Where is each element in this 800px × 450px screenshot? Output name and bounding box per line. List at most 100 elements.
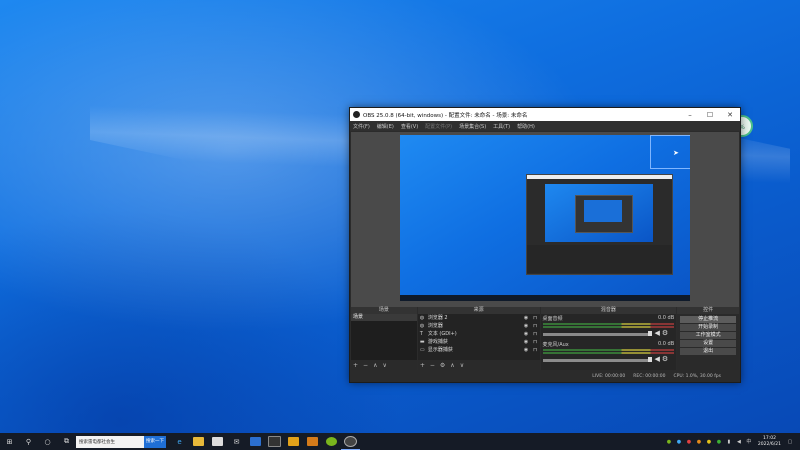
visibility-icon[interactable]: ◉ [522, 330, 531, 338]
studio-mode-button[interactable]: 工作室模式 [680, 332, 736, 339]
source-item[interactable]: ◍ 浏览器 2 ◉ ⊓ [418, 314, 540, 322]
app-icon-terminal[interactable] [265, 433, 284, 450]
channel-name: 桌面音频 [542, 316, 563, 322]
nested-docks [527, 245, 672, 273]
move-down-icon[interactable]: ∨ [382, 362, 386, 369]
move-up-icon[interactable]: ∧ [373, 362, 377, 369]
tray-icon-green[interactable]: ● [665, 439, 673, 445]
search-input[interactable]: 搜索雷电都社会生 [76, 435, 144, 448]
menu-bar: 文件(F) 编辑(E) 查看(V) 配置文件(P) 场景集合(S) 工具(T) … [350, 121, 740, 131]
source-item[interactable]: T 文本 (GDI+) ◉ ⊓ [418, 330, 540, 338]
stop-streaming-button[interactable]: 停止推流 [680, 316, 736, 323]
maximize-icon[interactable]: ☐ [700, 111, 720, 119]
level-meter [542, 323, 675, 325]
notification-icon[interactable]: ▢ [786, 439, 794, 445]
edge-browser-icon[interactable]: e [170, 433, 189, 450]
tray-icon-wechat[interactable]: ● [715, 439, 723, 445]
volume-slider[interactable] [542, 358, 651, 362]
task-view-icon[interactable]: ⧉ [57, 433, 76, 450]
level-meter [542, 326, 675, 328]
gear-icon[interactable]: ⚙ [662, 355, 668, 363]
gear-icon[interactable]: ⚙ [440, 362, 445, 369]
menu-tools[interactable]: 工具(T) [493, 123, 510, 130]
lock-icon[interactable]: ⊓ [531, 330, 540, 338]
source-item[interactable]: ◍ 浏览器 ◉ ⊓ [418, 322, 540, 330]
ime-icon[interactable]: 中 [745, 438, 753, 445]
scenes-header: 场景 [351, 307, 417, 314]
file-explorer-icon[interactable] [189, 433, 208, 450]
menu-file[interactable]: 文件(F) [353, 123, 370, 130]
store-icon[interactable] [208, 433, 227, 450]
volume-icon[interactable]: ◀ [735, 439, 743, 445]
visibility-icon[interactable]: ◉ [522, 322, 531, 330]
cortana-icon[interactable]: ○ [38, 433, 57, 450]
search-icon[interactable]: ⚲ [19, 433, 38, 450]
volume-slider-handle[interactable] [648, 330, 653, 336]
obs-taskbar-icon[interactable] [341, 433, 360, 450]
volume-slider[interactable] [542, 332, 651, 336]
title-bar[interactable]: OBS 25.0.8 (64-bit, windows) - 配置文件: 未命名… [350, 108, 740, 121]
preview-taskbar [400, 295, 690, 301]
start-recording-button[interactable]: 开始录制 [680, 324, 736, 331]
channel-level: 0.0 dB [658, 315, 675, 321]
selection-box[interactable] [650, 135, 690, 169]
lock-icon[interactable]: ⊓ [531, 346, 540, 354]
volume-slider-handle[interactable] [648, 356, 653, 362]
nested-window [575, 195, 633, 233]
menu-view[interactable]: 查看(V) [401, 123, 418, 130]
speaker-icon[interactable]: ◀ [654, 329, 659, 337]
scenes-toolbar: + − ∧ ∨ [353, 361, 387, 369]
tray-icon-network[interactable]: ▮ [725, 439, 733, 445]
settings-button[interactable]: 设置 [680, 340, 736, 347]
remove-icon[interactable]: − [430, 362, 435, 369]
close-icon[interactable]: ✕ [720, 111, 740, 119]
add-icon[interactable]: + [420, 362, 425, 369]
move-down-icon[interactable]: ∨ [460, 362, 464, 369]
lock-icon[interactable]: ⊓ [531, 314, 540, 322]
preview-canvas[interactable]: ➤ [400, 135, 690, 301]
windows-start-icon[interactable]: ⊞ [0, 433, 19, 450]
search-button[interactable]: 搜索一下 [144, 435, 166, 448]
gear-icon[interactable]: ⚙ [662, 329, 668, 337]
speaker-icon[interactable]: ◀ [654, 355, 659, 363]
menu-profile[interactable]: 配置文件(P) [425, 123, 452, 130]
tray-icon-orange[interactable]: ● [695, 439, 703, 445]
source-item[interactable]: ▬ 游戏捕获 ◉ ⊓ [418, 338, 540, 346]
globe-icon: ◍ [419, 315, 425, 321]
exit-button[interactable]: 退出 [680, 348, 736, 355]
visibility-icon[interactable]: ◉ [522, 346, 531, 354]
mail-icon[interactable]: ✉ [227, 433, 246, 450]
app-icon-orange[interactable] [303, 433, 322, 450]
tray-icon-yellow[interactable]: ● [705, 439, 713, 445]
source-item[interactable]: ▭ 显示器捕获 ◉ ⊓ [418, 346, 540, 354]
app-icon-blue[interactable] [246, 433, 265, 450]
controls-body: 停止推流 开始录制 工作室模式 设置 退出 [677, 314, 739, 370]
tray-icon-blue[interactable]: ● [675, 439, 683, 445]
scene-item[interactable]: 场景 [351, 314, 417, 321]
clock[interactable]: 17:02 2022/6/21 [758, 436, 781, 447]
move-up-icon[interactable]: ∧ [450, 362, 454, 369]
mixer-channel: 桌面音频 0.0 dB ◀ ⚙ [541, 314, 677, 340]
remove-icon[interactable]: − [363, 362, 368, 369]
menu-edit[interactable]: 编辑(E) [377, 123, 394, 130]
globe-icon: ◍ [419, 323, 425, 329]
taskbar: ⊞ ⚲ ○ ⧉ 搜索雷电都社会生 搜索一下 e ✉ ● ● ● ● ● ● ▮ … [0, 433, 800, 450]
visibility-icon[interactable]: ◉ [522, 338, 531, 346]
app-icon-yellow[interactable] [284, 433, 303, 450]
lock-icon[interactable]: ⊓ [531, 322, 540, 330]
sources-dock: 来源 ◍ 浏览器 2 ◉ ⊓ ◍ 浏览器 ◉ ⊓ T 文本 (GDI+) ◉ ⊓… [417, 307, 540, 370]
visibility-icon[interactable]: ◉ [522, 314, 531, 322]
add-icon[interactable]: + [353, 362, 358, 369]
menu-scene-collection[interactable]: 场景集合(S) [459, 123, 486, 130]
monitor-icon: ▭ [419, 347, 425, 353]
sources-toolbar: + − ⚙ ∧ ∨ [420, 361, 464, 369]
window-title: OBS 25.0.8 (64-bit, windows) - 配置文件: 未命名… [363, 112, 528, 119]
level-meter [542, 349, 675, 351]
app-icon-green[interactable] [322, 433, 341, 450]
lock-icon[interactable]: ⊓ [531, 338, 540, 346]
menu-help[interactable]: 帮助(H) [517, 123, 535, 130]
cursor-icon: ➤ [673, 149, 679, 157]
tray-icon-red[interactable]: ● [685, 439, 693, 445]
minimize-icon[interactable]: – [680, 111, 700, 119]
obs-logo-icon [353, 111, 360, 118]
